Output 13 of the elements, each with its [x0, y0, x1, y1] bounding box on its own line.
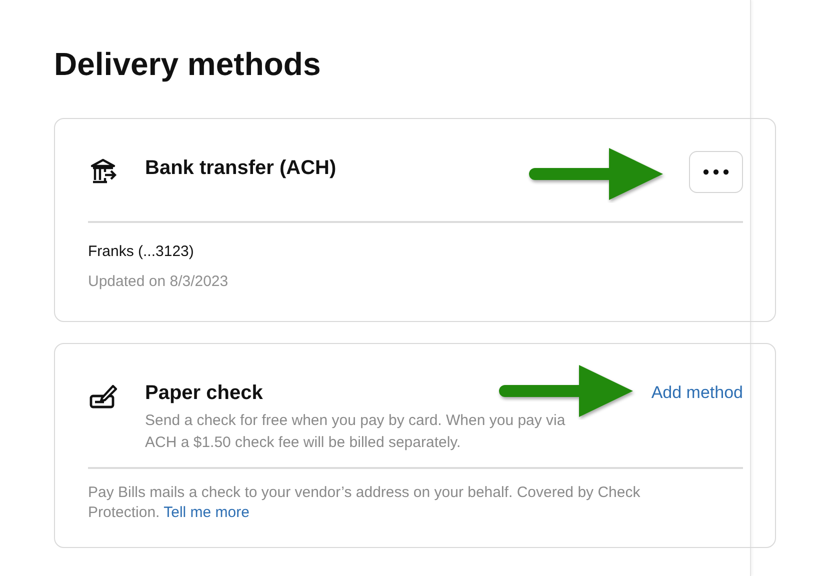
note-text: Pay Bills mails a check to your vendor’s address on your behalf. Covered by Check Protection. Tell me more	[88, 483, 642, 523]
more-icon	[702, 169, 730, 175]
detail-text: Updated on 8/3/2023	[88, 272, 230, 292]
bank-icon	[88, 157, 118, 185]
more-button[interactable]	[689, 151, 743, 193]
page-title: Delivery methods	[54, 45, 321, 83]
method-title: Paper check	[145, 381, 263, 406]
add-method-link[interactable]: Add method	[651, 376, 743, 410]
method-description: Send a check for free when you pay by card. When you pay via ACH a $1.50 check fee will be billed separately.	[145, 411, 566, 453]
detail-text: Franks (...3123)	[88, 242, 195, 262]
tell-me-more-link[interactable]: Tell me more	[164, 504, 250, 521]
pen-check-icon	[88, 382, 118, 410]
method-title: Bank transfer (ACH)	[145, 156, 336, 181]
